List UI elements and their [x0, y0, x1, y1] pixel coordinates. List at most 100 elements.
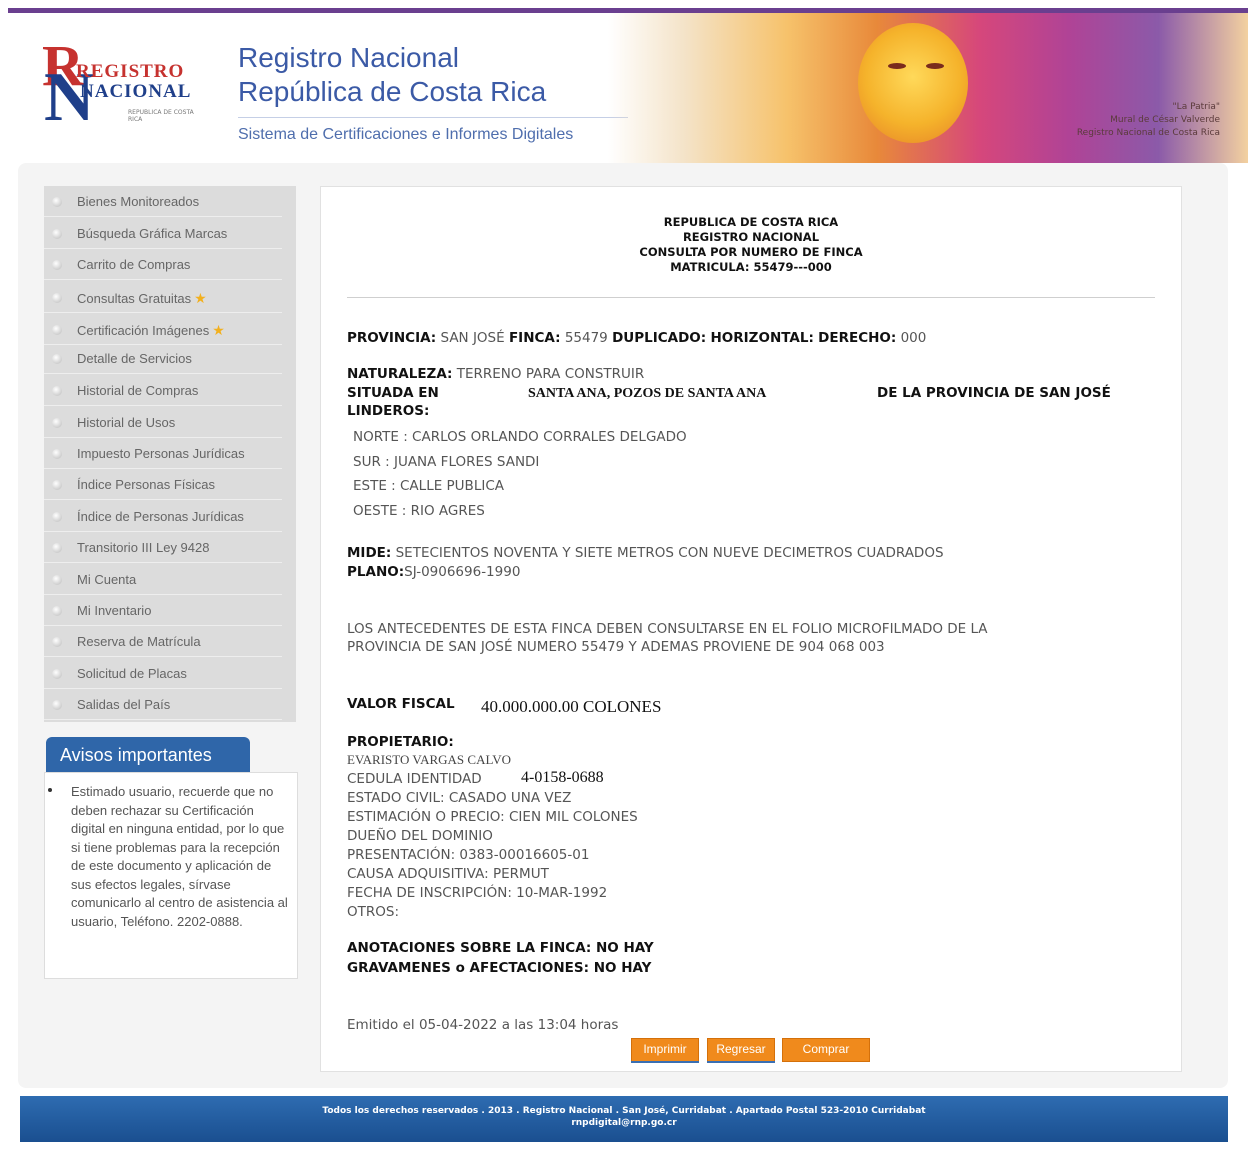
site-title-line2: República de Costa Rica — [238, 76, 547, 107]
sidebar-item-label: Búsqueda Gráfica Marcas — [77, 226, 228, 241]
footer-copyright: Todos los derechos reservados . 2013 . R… — [322, 1106, 926, 1116]
naturaleza-row: NATURALEZA: TERRENO PARA CONSTRUIR — [347, 366, 644, 382]
avisos-title: Avisos importantes — [60, 745, 212, 765]
sidebar-item-label: Historial de Compras — [77, 383, 199, 398]
lindero-oeste: OESTE : RIO AGRES — [353, 503, 485, 519]
button-underline — [631, 1061, 699, 1063]
fecha-inscripcion: FECHA DE INSCRIPCIÓN: 10-MAR-1992 — [347, 885, 608, 901]
linderos-label-text: LINDEROS: — [347, 403, 430, 419]
mural-caption-line: Registro Nacional de Costa Rica — [1076, 128, 1220, 138]
provincia-value: SAN JOSÉ — [440, 330, 505, 346]
sidebar-item[interactable]: Historial de Usos — [44, 407, 282, 438]
button-underline — [707, 1061, 775, 1063]
mide-label: MIDE: — [347, 545, 392, 561]
derecho-value: 000 — [900, 330, 927, 346]
footer-email-link[interactable]: rnpdigital@rnp.go.cr — [20, 1117, 1228, 1129]
mide-row: MIDE: SETECIENTOS NOVENTA Y SIETE METROS… — [347, 545, 944, 561]
sidebar-item[interactable]: Consultas Gratuitas ★ — [44, 282, 282, 313]
provincia-row: PROVINCIA: SAN JOSÉ FINCA: 55479 DUPLICA… — [347, 330, 926, 346]
star-icon: ★ — [194, 290, 207, 306]
logo-line2: NACIONAL — [80, 81, 192, 102]
mural-caption-line: "La Patria" — [1172, 102, 1220, 112]
header-divider — [238, 117, 628, 118]
heading-line: REGISTRO NACIONAL — [682, 230, 820, 244]
bullet-icon — [52, 260, 62, 270]
comprar-button[interactable]: Comprar — [782, 1038, 870, 1062]
sidebar-item-label: Reserva de Matrícula — [77, 634, 201, 649]
sidebar-item[interactable]: Índice de Personas Jurídicas — [44, 501, 282, 532]
bullet-icon — [52, 543, 62, 553]
registro-nacional-logo[interactable]: R N REGISTRO NACIONAL REPUBLICA DE COSTA… — [42, 37, 202, 143]
heading-line: MATRICULA: 55479---000 — [670, 260, 832, 274]
estimacion: ESTIMACIÓN O PRECIO: CIEN MIL COLONES — [347, 809, 638, 825]
sidebar-item-label: Carrito de Compras — [77, 257, 191, 272]
lindero-norte: NORTE : CARLOS ORLANDO CORRALES DELGADO — [353, 429, 687, 445]
valor-fiscal-row: VALOR FISCAL — [347, 696, 455, 712]
lindero-sur: SUR : JUANA FLORES SANDI — [353, 454, 540, 470]
horizontal-label: HORIZONTAL: — [710, 330, 814, 346]
regresar-button[interactable]: Regresar — [707, 1038, 775, 1062]
sidebar-item-label: Certificación Imágenes ★ — [77, 322, 225, 339]
mural-caption-line: Mural de César Valverde — [1110, 115, 1220, 125]
otros: OTROS: — [347, 904, 399, 920]
provincia-suffix: DE LA PROVINCIA DE SAN JOSÉ — [877, 385, 1111, 401]
sidebar-item[interactable]: Certificación Imágenes ★ — [44, 314, 282, 345]
sidebar-item[interactable]: Historial de Compras — [44, 375, 282, 406]
sidebar-item[interactable]: Salidas del País — [44, 689, 282, 720]
duplicado-label: DUPLICADO: — [612, 330, 707, 346]
bullet-icon — [52, 418, 62, 428]
emitido-timestamp: Emitido el 05-04-2022 a las 13:04 horas — [347, 1017, 619, 1033]
mural-eye — [926, 63, 944, 69]
bullet-icon — [52, 449, 62, 459]
bullet-icon — [52, 480, 62, 490]
gravamenes: GRAVAMENES o AFECTACIONES: NO HAY — [347, 960, 651, 976]
sidebar-item[interactable]: Índice Personas Físicas — [44, 469, 282, 500]
sidebar-item[interactable]: Búsqueda Gráfica Marcas — [44, 218, 282, 249]
avisos-tab: Avisos importantes — [46, 737, 250, 772]
bullet-icon — [52, 325, 62, 335]
sidebar-item-label: Solicitud de Placas — [77, 666, 187, 681]
sidebar-item-label: Índice Personas Físicas — [77, 477, 216, 492]
plano-label: PLANO: — [347, 564, 405, 580]
cedula-value: 4-0158-0688 — [521, 769, 604, 786]
sidebar-item[interactable]: Carrito de Compras — [44, 249, 282, 280]
bullet-icon — [52, 575, 62, 585]
sidebar-item-label: Mi Inventario — [77, 603, 152, 618]
valor-fiscal-label: VALOR FISCAL — [347, 696, 455, 712]
sidebar-item[interactable]: Mi Inventario — [44, 595, 282, 626]
avisos-text: Estimado usuario, recuerde que no deben … — [71, 784, 288, 929]
sidebar-item[interactable]: Transitorio III Ley 9428 — [44, 532, 282, 563]
bullet-icon — [48, 788, 52, 792]
sidebar-item[interactable]: Bienes Monitoreados — [44, 186, 282, 217]
sidebar-item-label: Impuesto Personas Jurídicas — [77, 446, 245, 461]
star-icon: ★ — [212, 322, 225, 338]
bullet-icon — [52, 354, 62, 364]
situada-label: SITUADA EN — [347, 385, 439, 401]
derecho-label: DERECHO: — [818, 330, 897, 346]
presentacion: PRESENTACIÓN: 0383-00016605-01 — [347, 847, 590, 863]
finca-label: FINCA: — [508, 330, 561, 346]
bullet-icon — [52, 606, 62, 616]
sidebar-item-label: Salidas del País — [77, 697, 171, 712]
sidebar-menu: Bienes Monitoreados Búsqueda Gráfica Mar… — [44, 186, 296, 722]
mural-face — [858, 23, 968, 143]
sidebar-item-text: Consultas Gratuitas — [77, 291, 192, 306]
site-subtitle: Sistema de Certificaciones e Informes Di… — [238, 126, 574, 143]
situada-label-text: SITUADA EN — [347, 385, 439, 401]
mide-value: SETECIENTOS NOVENTA Y SIETE METROS CON N… — [395, 545, 944, 561]
sidebar-item[interactable]: Mi Cuenta — [44, 564, 282, 595]
sidebar-item[interactable]: Solicitud de Placas — [44, 658, 282, 689]
mural-banner-image: "La Patria" Mural de César Valverde Regi… — [608, 13, 1248, 163]
sidebar-item[interactable]: Detalle de Servicios — [44, 343, 282, 374]
naturaleza-label: NATURALEZA: — [347, 366, 453, 382]
provincia-label: PROVINCIA: — [347, 330, 437, 346]
sidebar-item[interactable]: Impuesto Personas Jurídicas — [44, 438, 282, 469]
antecedentes-line1: LOS ANTECEDENTES DE ESTA FINCA DEBEN CON… — [347, 621, 988, 637]
causa-adquisitiva: CAUSA ADQUISITIVA: PERMUT — [347, 866, 549, 882]
sidebar-item-label: Transitorio III Ley 9428 — [77, 540, 210, 555]
footer-text: Todos los derechos reservados . 2013 . R… — [20, 1105, 1228, 1129]
finca-value: 55479 — [564, 330, 608, 346]
sidebar-item-label: Detalle de Servicios — [77, 351, 192, 366]
sidebar-item[interactable]: Reserva de Matrícula — [44, 626, 282, 657]
imprimir-button[interactable]: Imprimir — [631, 1038, 699, 1062]
